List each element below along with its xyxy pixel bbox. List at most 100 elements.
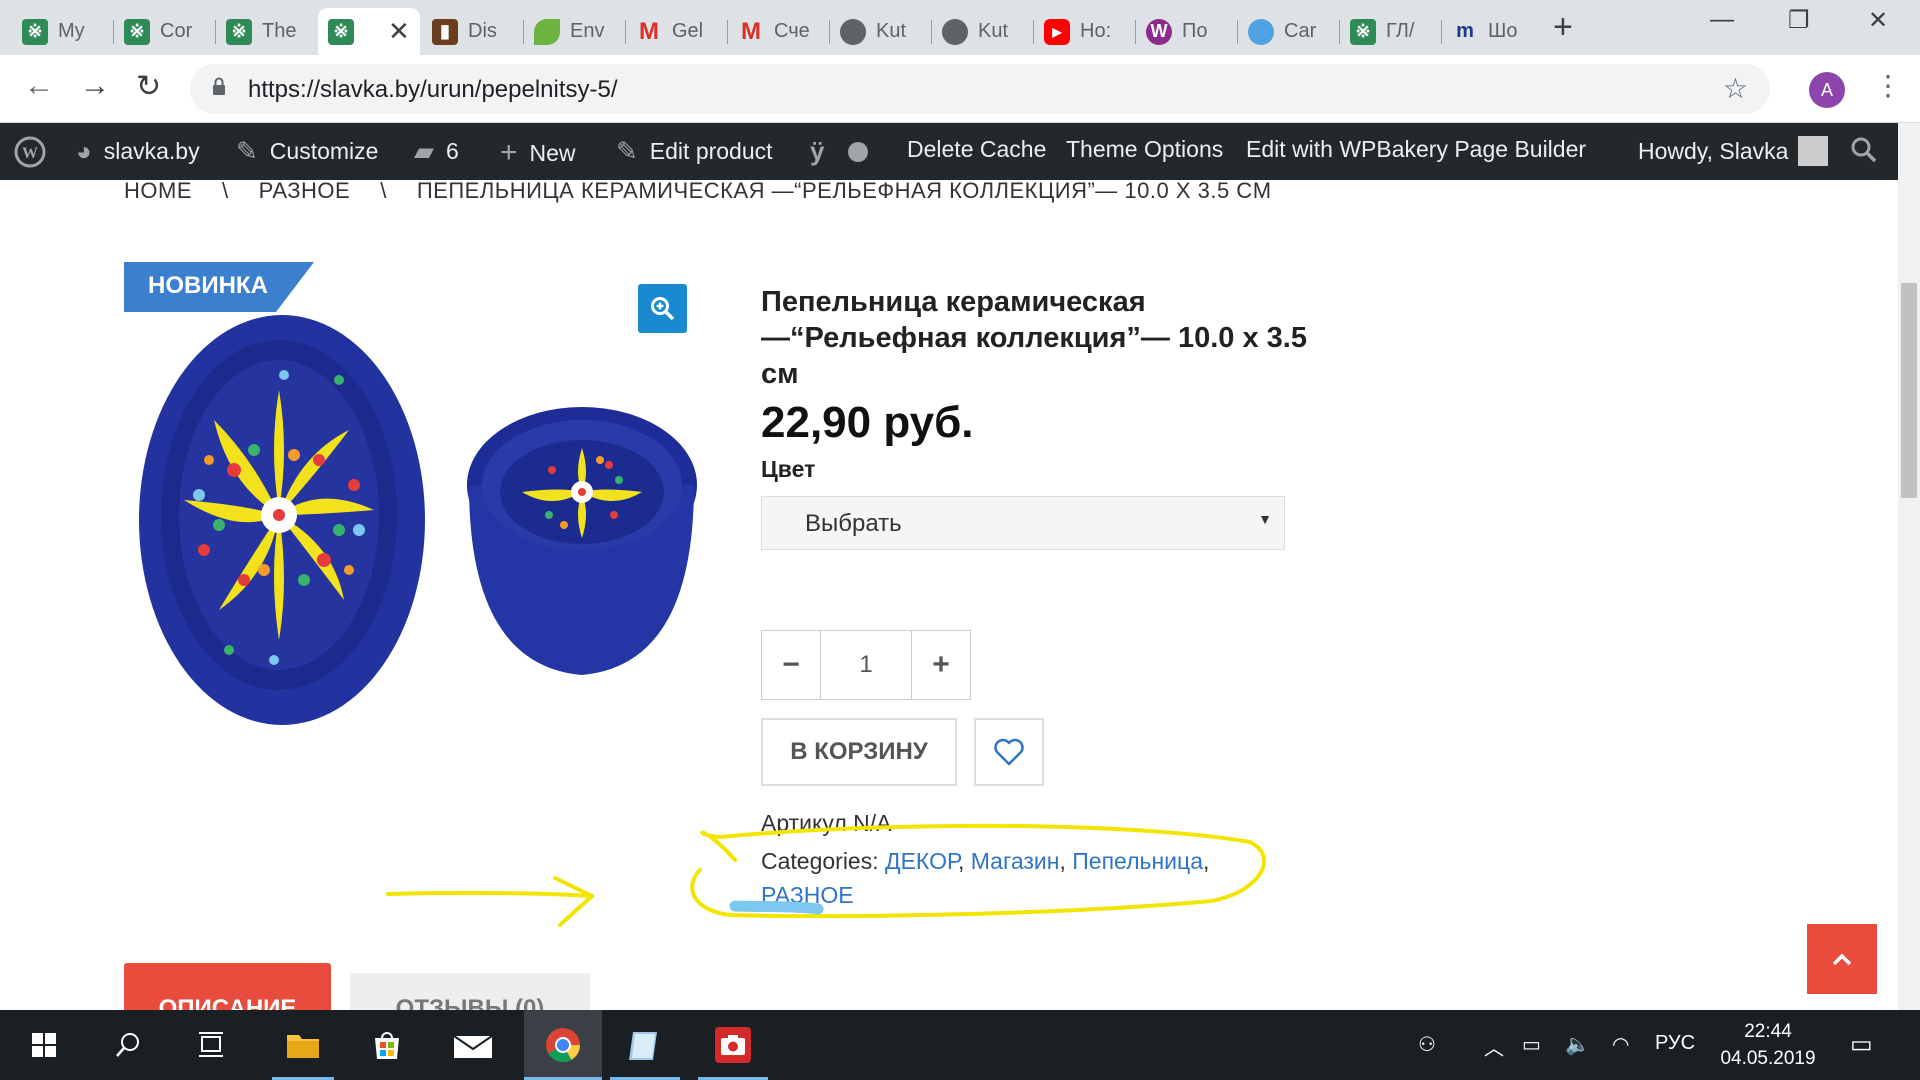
scroll-to-top-button[interactable] — [1807, 924, 1877, 994]
omnibox[interactable]: https://slavka.by/urun/pepelnitsy-5/ ☆ — [190, 64, 1770, 114]
color-select[interactable]: Выбрать ▼ — [761, 496, 1285, 550]
tab-title: По — [1182, 20, 1208, 42]
close-tab-icon[interactable]: ✕ — [388, 16, 410, 47]
browser-tab[interactable]: Kut — [932, 8, 1034, 55]
browser-tab[interactable]: m Шо — [1442, 8, 1544, 55]
dashboard-gauge-icon: ◕ — [76, 136, 92, 166]
wordpress-logo-icon[interactable]: W — [14, 136, 46, 168]
taskbar-search-icon[interactable] — [98, 1010, 158, 1080]
volume-icon[interactable]: 🔈 — [1565, 1032, 1590, 1057]
browser-tab[interactable]: ※ ГЛ/ — [1340, 8, 1442, 55]
notes-app-icon[interactable] — [610, 1010, 680, 1080]
wp-delete-cache-link[interactable]: Delete Cache — [907, 136, 1046, 163]
browser-tab[interactable]: M Gel — [626, 8, 728, 55]
quantity-minus-button[interactable]: − — [762, 631, 820, 699]
browser-tab[interactable]: W По — [1136, 8, 1238, 55]
browser-tab-strip: ※ My ※ Cor ※ The ※ ✕ ▮ Dis Env M Gel M С… — [0, 0, 1920, 55]
zoom-in-icon[interactable] — [638, 284, 687, 333]
browser-tab[interactable]: Car — [1238, 8, 1340, 55]
breadcrumb-category[interactable]: РАЗНОЕ — [259, 180, 351, 203]
tab-reviews[interactable]: ОТЗЫВЫ (0) — [350, 973, 590, 1010]
wp-comments-link[interactable]: ▰ 6 — [414, 136, 459, 167]
quantity-plus-button[interactable]: + — [912, 631, 970, 699]
dropdown-arrow-icon: ▼ — [1258, 511, 1272, 527]
gmail-icon: M — [639, 17, 659, 45]
bookmark-star-icon[interactable]: ☆ — [1723, 72, 1748, 105]
category-link[interactable]: ДЕКОР — [885, 848, 958, 874]
tab-description[interactable]: ОПИСАНИЕ — [124, 963, 331, 1010]
url-text[interactable]: https://slavka.by/urun/pepelnitsy-5/ — [248, 76, 618, 104]
tab-title: Gel — [672, 20, 704, 42]
color-label: Цвет — [761, 456, 816, 482]
task-view-icon[interactable] — [182, 1010, 242, 1080]
profile-avatar[interactable]: A — [1809, 72, 1845, 108]
globe-color-icon — [1248, 18, 1274, 45]
restore-icon[interactable]: ❐ — [1788, 6, 1810, 35]
people-icon[interactable]: ⚇ — [1418, 1032, 1436, 1057]
tab-title: Сче — [774, 20, 810, 42]
battery-icon[interactable]: ▭ — [1522, 1032, 1541, 1057]
tab-title: ГЛ/ — [1386, 20, 1415, 42]
browser-tab[interactable]: Kut — [830, 8, 932, 55]
page-scrollbar[interactable] — [1898, 123, 1920, 1010]
tab-title: Car — [1284, 20, 1317, 42]
browser-tab[interactable]: ※ Cor — [114, 8, 216, 55]
clock-date: 04.05.2019 — [1720, 1048, 1816, 1069]
notifications-icon[interactable]: ▭ — [1850, 1030, 1873, 1059]
minimize-icon[interactable]: — — [1710, 6, 1734, 34]
wifi-icon[interactable]: ◠ — [1612, 1032, 1629, 1057]
leaf-icon — [534, 18, 560, 45]
wp-customize-link[interactable]: ✎ Customize — [236, 136, 378, 167]
language-indicator[interactable]: РУС — [1655, 1032, 1695, 1055]
browser-tab[interactable]: M Сче — [728, 8, 830, 55]
category-link[interactable]: Пепельница — [1072, 848, 1203, 874]
category-link[interactable]: Магазин — [971, 848, 1060, 874]
quantity-input[interactable]: 1 — [820, 631, 912, 699]
product-image[interactable] — [124, 270, 704, 830]
w-logo-icon: W — [1146, 18, 1172, 45]
show-hidden-icons-chevron-icon[interactable]: ︿ — [1484, 1032, 1504, 1061]
wp-theme-options-link[interactable]: Theme Options — [1066, 136, 1223, 163]
wishlist-heart-icon[interactable] — [974, 718, 1044, 786]
browser-tab[interactable]: ※ My — [12, 8, 114, 55]
add-to-cart-button[interactable]: В КОРЗИНУ — [761, 718, 957, 786]
sku-value: N/A — [853, 810, 892, 836]
yoast-seo-link[interactable]: ÿ — [810, 136, 869, 167]
breadcrumb: HOME \ РАЗНОЕ \ ПЕПЕЛЬНИЦА КЕРАМИЧЕСКАЯ —“РЕ… — [124, 180, 1272, 203]
mail-icon[interactable] — [442, 1010, 504, 1080]
windows-start-icon[interactable] — [14, 1010, 74, 1080]
wp-account-link[interactable]: Howdy, Slavka — [1638, 136, 1829, 166]
wpbakery-edit-link[interactable]: Edit with WPBakery Page Builder — [1246, 136, 1586, 163]
search-icon[interactable] — [1850, 136, 1878, 164]
categories-line: Categories: ДЕКОР, Магазин, Пепельница, … — [761, 848, 1210, 908]
browser-tab[interactable]: ▶ Hо: — [1034, 8, 1136, 55]
screenshot-camera-icon[interactable] — [698, 1010, 768, 1080]
product-price: 22,90 руб. — [761, 398, 974, 447]
m-logo-icon: m — [1456, 20, 1474, 42]
wp-new-link[interactable]: + New — [500, 136, 576, 170]
browser-tab[interactable]: ▮ Dis — [422, 8, 524, 55]
wp-edit-product-link[interactable]: ✎ Edit product — [616, 136, 773, 167]
forward-icon[interactable]: → — [80, 69, 110, 103]
category-link[interactable]: РАЗНОЕ — [761, 882, 854, 908]
tab-title: Kut — [978, 20, 1009, 42]
file-explorer-icon[interactable] — [272, 1010, 334, 1080]
breadcrumb-home[interactable]: HOME — [124, 180, 192, 203]
yoast-icon: ÿ — [810, 136, 825, 166]
menu-icon[interactable]: ⋮ — [1874, 69, 1902, 102]
browser-tab[interactable]: Env — [524, 8, 626, 55]
browser-tab[interactable]: ※ The — [216, 8, 318, 55]
store-icon[interactable] — [356, 1010, 418, 1080]
chrome-icon[interactable] — [524, 1010, 602, 1080]
reload-icon[interactable]: ↻ — [136, 69, 161, 104]
new-tab-button[interactable]: + — [1553, 8, 1573, 47]
back-icon[interactable]: ← — [24, 69, 54, 103]
browser-tab-active[interactable]: ※ ✕ — [318, 8, 420, 55]
product-title: Пепельница керамическая —“Рельефная колл… — [761, 286, 1307, 390]
scrollbar-thumb[interactable] — [1901, 283, 1917, 498]
clock[interactable]: 22:44 04.05.2019 — [1713, 1018, 1823, 1072]
wp-site-link[interactable]: ◕ slavka.by — [76, 136, 200, 167]
close-window-icon[interactable]: ✕ — [1868, 6, 1888, 35]
tab-title: Hо: — [1080, 20, 1112, 42]
svg-text:W: W — [22, 145, 38, 162]
